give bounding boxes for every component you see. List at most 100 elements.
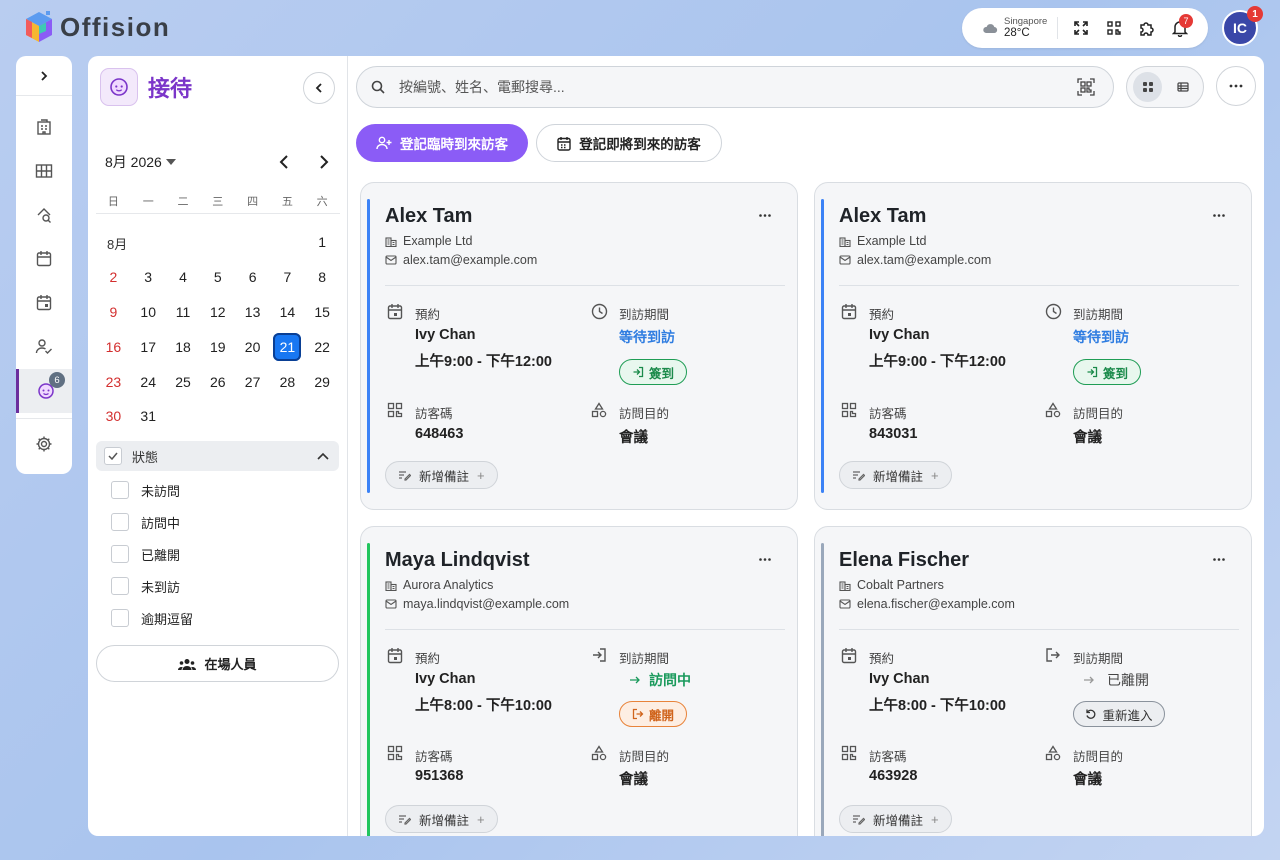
add-note-button[interactable]: 新增備註 +	[385, 805, 498, 833]
calendar-day[interactable]: 22	[305, 329, 340, 364]
rail-item-space-search[interactable]	[16, 193, 72, 237]
status-select-all-checkbox[interactable]	[104, 447, 122, 465]
calendar-day[interactable]: 3	[131, 260, 166, 295]
calendar-day[interactable]: 15	[305, 295, 340, 330]
calendar-day[interactable]: 29	[305, 364, 340, 399]
host-name: Ivy Chan	[869, 671, 930, 687]
card-more-button[interactable]	[753, 205, 777, 225]
calendar-day[interactable]: 6	[235, 260, 270, 295]
calendar-day[interactable]: 20	[235, 329, 270, 364]
status-filter-item[interactable]: 訪問中	[111, 506, 193, 538]
calendar-day[interactable]: 13	[235, 295, 270, 330]
calendar-empty-cell	[235, 225, 270, 260]
calendar-day[interactable]: 18	[166, 329, 201, 364]
calendar-day[interactable]: 24	[131, 364, 166, 399]
rail-item-settings[interactable]	[16, 422, 72, 466]
more-options-button[interactable]	[1216, 66, 1256, 106]
purpose-label: 訪問目的	[1073, 407, 1124, 421]
visitor-name: Elena Fischer	[839, 549, 970, 571]
status-checkbox[interactable]	[111, 481, 129, 499]
status-checkbox[interactable]	[111, 513, 129, 531]
extensions-button[interactable]	[1130, 11, 1163, 45]
calendar-day[interactable]: 28	[270, 364, 305, 399]
card-more-button[interactable]	[1207, 549, 1231, 569]
status-checkbox[interactable]	[111, 577, 129, 595]
status-checkbox[interactable]	[111, 609, 129, 627]
status-filter-item[interactable]: 已離開	[111, 538, 193, 570]
expand-rail-button[interactable]	[16, 56, 72, 96]
check-in-button[interactable]: 簽到	[1073, 359, 1141, 385]
check-in-button[interactable]: 簽到	[619, 359, 687, 385]
calendar-day[interactable]: 17	[131, 329, 166, 364]
add-note-button[interactable]: 新增備註 +	[839, 805, 952, 833]
status-filter-item[interactable]: 逾期逗留	[111, 602, 193, 634]
calendar-day[interactable]: 11	[166, 295, 201, 330]
status-filter-header[interactable]: 狀態	[96, 441, 339, 471]
visitor-card[interactable]: Alex Tam Example Ltd alex.tam@example.co…	[360, 182, 798, 510]
calendar-day[interactable]: 4	[166, 260, 201, 295]
visitor-card[interactable]: Alex Tam Example Ltd alex.tam@example.co…	[814, 182, 1252, 510]
status-filter-item[interactable]: 未到訪	[111, 570, 193, 602]
rail-item-reception[interactable]: 6	[16, 369, 72, 413]
onsite-people-button[interactable]: 在場人員	[96, 645, 339, 682]
calendar-day[interactable]: 16	[96, 329, 131, 364]
calendar-day[interactable]: 8	[305, 260, 340, 295]
register-upcoming-button[interactable]: 登記即將到來的訪客	[536, 124, 722, 162]
calendar-day[interactable]: 31	[131, 399, 166, 434]
rail-item-calendar[interactable]	[16, 236, 72, 280]
status-checkbox[interactable]	[111, 545, 129, 563]
status-filter-item[interactable]: 未訪問	[111, 474, 193, 506]
rail-item-building[interactable]	[16, 105, 72, 149]
visitors-badge: 6	[49, 372, 65, 388]
search-bar[interactable]: 按編號、姓名、電郵搜尋...	[356, 66, 1114, 108]
calendar-day[interactable]: 26	[200, 364, 235, 399]
user-avatar[interactable]: IC 1	[1222, 6, 1263, 46]
fullscreen-button[interactable]	[1064, 11, 1097, 45]
calendar-day[interactable]: 2	[96, 260, 131, 295]
collapse-sidebar-button[interactable]	[303, 72, 335, 104]
prev-month-button[interactable]	[272, 150, 296, 174]
chevron-right-icon	[320, 155, 329, 169]
add-note-button[interactable]: 新增備註 +	[839, 461, 952, 489]
register-walkin-button[interactable]: 登記臨時到來訪客	[356, 124, 528, 162]
app-logo[interactable]: Offision	[24, 10, 170, 44]
building-icon	[385, 236, 397, 247]
calendar-day[interactable]: 5	[200, 260, 235, 295]
calendar-day[interactable]: 14	[270, 295, 305, 330]
calendar-day-selected[interactable]: 21	[270, 329, 305, 364]
action-label: 重新進入	[1102, 708, 1153, 723]
visitor-card[interactable]: Elena Fischer Cobalt Partners elena.fisc…	[814, 526, 1252, 836]
list-icon	[1176, 82, 1189, 92]
app-name: Offision	[60, 11, 171, 42]
rail-item-floorplan[interactable]	[16, 149, 72, 193]
visitor-card[interactable]: Maya Lindqvist Aurora Analytics maya.lin…	[360, 526, 798, 836]
re-enter-button[interactable]: 重新進入	[1073, 701, 1165, 727]
qr-scan-icon[interactable]	[1077, 78, 1095, 96]
list-view-button[interactable]	[1168, 72, 1197, 102]
month-select[interactable]: 8月 2026	[105, 152, 176, 172]
note-edit-icon	[398, 470, 411, 481]
next-month-button[interactable]	[312, 150, 336, 174]
visitor-company: Example Ltd	[403, 234, 473, 248]
rail-item-user-check[interactable]	[16, 324, 72, 368]
calendar-day[interactable]: 7	[270, 260, 305, 295]
appointment-label: 預約	[869, 308, 895, 322]
check-out-button[interactable]: 離開	[619, 701, 687, 727]
calendar-day[interactable]: 23	[96, 364, 131, 399]
card-more-button[interactable]	[753, 549, 777, 569]
calendar-day[interactable]: 12	[200, 295, 235, 330]
calendar-day[interactable]: 10	[131, 295, 166, 330]
card-more-button[interactable]	[1207, 205, 1231, 225]
calendar-day[interactable]: 19	[200, 329, 235, 364]
grid-view-button[interactable]	[1133, 72, 1162, 102]
calendar-day[interactable]: 25	[166, 364, 201, 399]
add-note-button[interactable]: 新增備註 +	[385, 461, 498, 489]
divider	[385, 285, 785, 286]
calendar-day[interactable]: 9	[96, 295, 131, 330]
calendar-day[interactable]: 1	[305, 225, 340, 260]
notifications-button[interactable]: 7	[1163, 11, 1196, 45]
calendar-day[interactable]: 30	[96, 399, 131, 434]
rail-item-booking[interactable]	[16, 280, 72, 324]
qr-scan-button[interactable]	[1097, 11, 1130, 45]
calendar-day[interactable]: 27	[235, 364, 270, 399]
